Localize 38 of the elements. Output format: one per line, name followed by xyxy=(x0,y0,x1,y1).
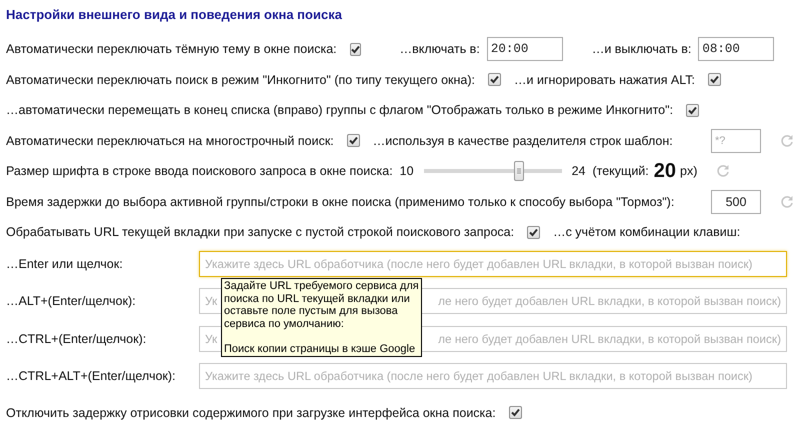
option-label: (текущий: xyxy=(592,164,649,178)
option-label: …автоматически перемещать в конец списка (вправо) группы с флагом "Отображать только в режиме Инкогнито": xyxy=(6,103,674,117)
option-label: Автоматически переключаться на многострочный поиск: xyxy=(6,134,334,148)
current-size-value: 20 xyxy=(654,160,676,182)
option-label: Обрабатывать URL текущей вкладки при запуске с пустой строкой поискового запроса: xyxy=(6,225,514,239)
option-label: …и выключать в: xyxy=(592,42,692,56)
tooltip: Задайте URL требуемого сервиса для поиска по URL текущей вкладки или оставьте поле пустым для вызова сервиса по умолчанию: Поиск копии страницы в кэше Google xyxy=(221,278,422,357)
option-label: 10 xyxy=(400,164,414,178)
option-label: 24 xyxy=(572,164,586,178)
shortcut-label: …CTRL+ALT+(Enter/щелчок): xyxy=(6,369,177,383)
checkbox[interactable] xyxy=(527,226,540,238)
slider-thumb[interactable] xyxy=(514,161,524,181)
checkbox[interactable] xyxy=(350,42,361,56)
url-field[interactable]: Укажите здесь URL обработчика (после него будет добавлен URL вкладки, в которой вызван поиск) xyxy=(199,250,787,276)
option-label: Время задержки до выбора активной группы/строки в окне поиска (применимо только к способу выбора "Тормоз"): xyxy=(6,194,674,208)
option-label: px) xyxy=(680,164,698,178)
option-label: …включать в: xyxy=(400,42,480,56)
checkbox[interactable] xyxy=(346,134,360,147)
option-label: Автоматически переключать поиск в режим "Инкогнито" (по типу текущего окна): xyxy=(6,72,476,86)
option-label: …с учётом комбинации клавиш: xyxy=(553,225,740,239)
shortcut-label: …Enter или щелчок: xyxy=(6,256,124,270)
option-label: …используя в качестве разделителя строк шаблон: xyxy=(372,134,673,148)
checkbox[interactable] xyxy=(508,406,522,419)
option-label: Автоматически переключать тёмную тему в окне поиска: xyxy=(6,42,337,56)
option-label: Размер шрифта в строке ввода поискового запроса в окне поиска: xyxy=(6,164,393,178)
option-label: Отключить задержку отрисовки содержимого при загрузке интерфейса окна поиска: xyxy=(6,406,496,420)
section-title: Настройки внешнего вида и поведения окна поиска xyxy=(6,6,343,24)
option-label: …и игнорировать нажатия ALT: xyxy=(514,72,696,86)
time-field[interactable]: 20:00 xyxy=(486,37,563,61)
checkbox[interactable] xyxy=(488,73,502,86)
url-field[interactable]: Укажите здесь URL обработчика (после него будет добавлен URL вкладки, в которой вызван поиск) xyxy=(199,363,787,389)
time-field[interactable]: 08:00 xyxy=(698,37,774,61)
input-field[interactable]: *? xyxy=(711,128,761,152)
input-field[interactable]: 500 xyxy=(711,190,761,214)
shortcut-label: …ALT+(Enter/щелчок): xyxy=(6,294,137,308)
checkbox[interactable] xyxy=(708,73,722,86)
shortcut-label: …CTRL+(Enter/щелчок): xyxy=(6,332,148,346)
checkbox[interactable] xyxy=(686,104,700,116)
